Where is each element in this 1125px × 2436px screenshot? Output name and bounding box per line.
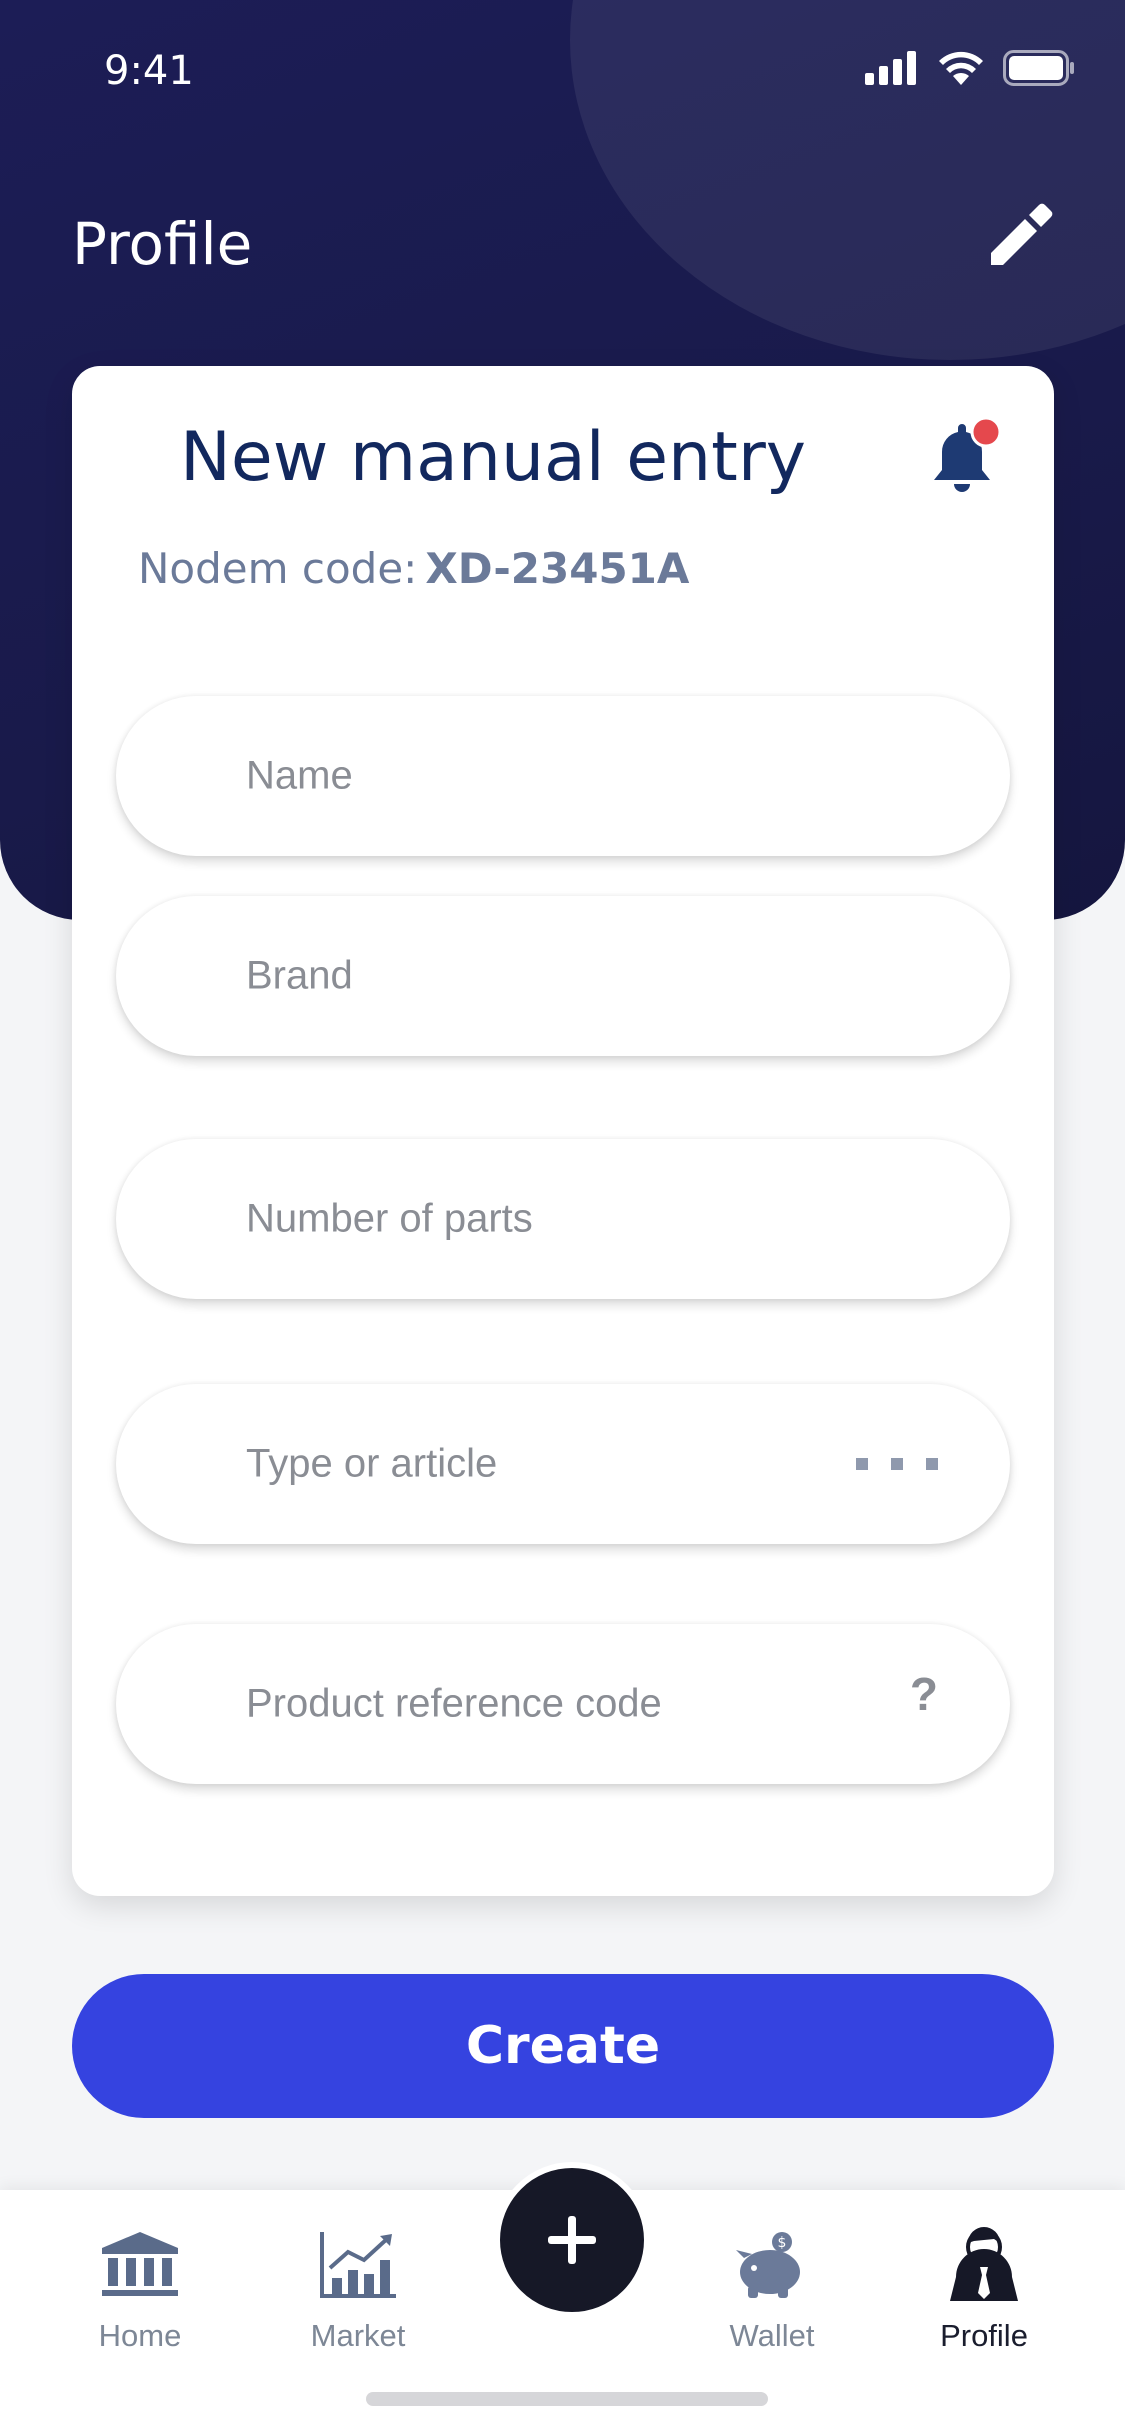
nodem-code-value: XD-23451A <box>425 544 690 593</box>
create-button[interactable]: Create <box>72 1974 1054 2118</box>
tab-market-label: Market <box>310 2318 406 2353</box>
tab-wallet[interactable]: $ Wallet <box>682 2220 862 2354</box>
more-options-icon[interactable] <box>854 1455 940 1473</box>
type-placeholder: Type or article <box>246 1441 498 1486</box>
status-icons <box>865 50 1075 86</box>
battery-icon <box>1003 50 1074 86</box>
parts-placeholder: Number of parts <box>246 1196 533 1241</box>
name-field[interactable]: Name <box>116 696 1010 856</box>
notification-button[interactable] <box>928 416 1004 496</box>
tab-market[interactable]: Market <box>268 2220 448 2354</box>
type-or-article-field[interactable]: Type or article <box>116 1384 1010 1544</box>
bell-icon <box>934 416 1002 492</box>
home-indicator <box>366 2392 768 2406</box>
add-button[interactable] <box>494 2162 650 2318</box>
brand-placeholder: Brand <box>246 953 353 998</box>
signal-icon <box>865 51 916 85</box>
help-icon[interactable]: ? <box>910 1667 938 1721</box>
page-title: Profile <box>72 210 253 278</box>
user-tie-icon <box>950 2227 1018 2301</box>
number-of-parts-field[interactable]: Number of parts <box>116 1139 1010 1299</box>
tab-home[interactable]: Home <box>50 2220 230 2354</box>
ref-placeholder: Product reference code <box>246 1681 662 1726</box>
name-placeholder: Name <box>246 753 353 798</box>
plus-icon <box>548 2216 596 2264</box>
nodem-code: Nodem code: XD-23451A <box>138 544 689 593</box>
edit-button[interactable] <box>980 196 1060 276</box>
nodem-code-label: Nodem code: <box>138 544 418 593</box>
status-time: 9:41 <box>104 48 194 94</box>
tab-profile[interactable]: Profile <box>894 2220 1074 2354</box>
tab-profile-label: Profile <box>940 2318 1028 2353</box>
card-title: New manual entry <box>180 418 807 497</box>
product-reference-field[interactable]: Product reference code ? <box>116 1624 1010 1784</box>
piggy-bank-icon: $ <box>736 2232 800 2298</box>
bank-icon <box>102 2232 178 2296</box>
brand-field[interactable]: Brand <box>116 896 1010 1056</box>
tab-home-label: Home <box>98 2318 182 2353</box>
wifi-icon <box>939 51 983 85</box>
chart-icon <box>320 2232 396 2298</box>
tab-wallet-label: Wallet <box>729 2318 815 2353</box>
svg-text:$: $ <box>778 2235 787 2251</box>
pencil-icon <box>991 203 1053 265</box>
entry-card: New manual entry Nodem code: XD-23451A Na… <box>72 366 1054 1896</box>
